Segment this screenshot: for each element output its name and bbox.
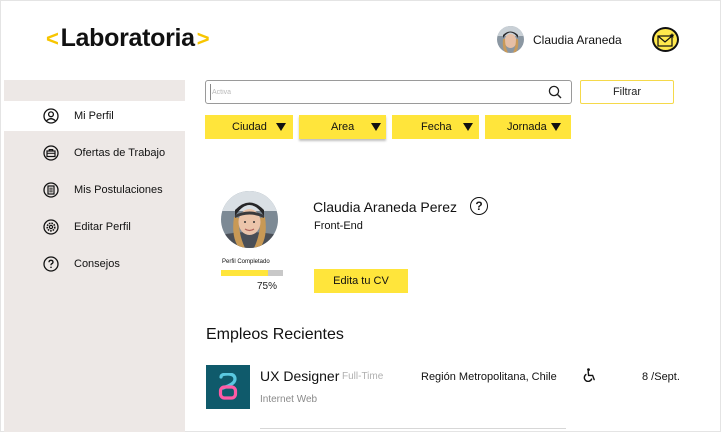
logo-text: Laboratoria — [60, 24, 196, 52]
profile-role: Front-End — [314, 220, 363, 232]
mail-star-icon[interactable] — [652, 27, 679, 52]
job-location: Región Metropolitana, Chile — [421, 371, 557, 383]
profile-completion-label: Perfil Completado — [222, 259, 270, 265]
briefcase-icon — [43, 145, 59, 161]
filter-button[interactable]: Filtrar — [580, 80, 674, 104]
sidebar-item-editar-perfil[interactable]: Editar Perfil — [4, 212, 185, 242]
profile-name: Claudia Araneda Perez — [313, 199, 457, 215]
job-type: Full-Time — [342, 371, 384, 382]
recent-jobs-title: Empleos Recientes — [206, 326, 344, 343]
profile-photo[interactable] — [221, 191, 278, 248]
search-bar — [205, 80, 572, 104]
logo-right-bracket: > — [196, 25, 210, 51]
logo-left-bracket: < — [46, 25, 59, 51]
sidebar-item-label: Editar Perfil — [74, 221, 131, 233]
caret-down-icon — [463, 123, 473, 131]
sidebar-item-mi-perfil[interactable]: Mi Perfil — [4, 101, 185, 131]
app-frame: < Laboratoria > Claudia Araneda Mi Perfi… — [0, 0, 721, 432]
profile-completion-fill — [221, 270, 268, 276]
avatar[interactable] — [497, 26, 524, 53]
sidebar-item-mis-postulaciones[interactable]: Mis Postulaciones — [4, 175, 185, 205]
job-date: 8 /Sept. — [642, 371, 680, 383]
user-icon — [43, 108, 59, 124]
sidebar-item-ofertas-de-trabajo[interactable]: Ofertas de Trabajo — [4, 138, 185, 168]
user-name: Claudia Araneda — [533, 32, 622, 47]
dropdown-ciudad[interactable]: Ciudad — [205, 115, 293, 139]
sidebar: Mi Perfil Ofertas de Trabajo Mis Postula… — [4, 80, 185, 432]
user-menu[interactable]: Claudia Araneda — [497, 26, 622, 53]
question-icon — [43, 256, 59, 272]
dropdown-label: Fecha — [421, 121, 452, 133]
sidebar-item-label: Ofertas de Trabajo — [74, 147, 166, 159]
sidebar-item-consejos[interactable]: Consejos — [4, 249, 185, 279]
dropdown-area[interactable]: Area — [299, 115, 386, 139]
dropdown-label: Jornada — [507, 121, 547, 133]
job-company: Internet Web — [260, 394, 318, 405]
search-icon[interactable] — [548, 85, 562, 99]
edit-cv-button[interactable]: Edita tu CV — [314, 269, 408, 293]
profile-completion-bar — [221, 270, 283, 276]
dropdown-label: Area — [331, 121, 355, 133]
sidebar-item-label: Mi Perfil — [74, 110, 114, 122]
dropdown-jornada[interactable]: Jornada — [485, 115, 571, 139]
gear-icon — [43, 219, 59, 235]
divider — [260, 428, 566, 429]
company-logo[interactable] — [206, 365, 250, 409]
profile-completion-value: 75% — [257, 281, 278, 292]
sidebar-item-label: Mis Postulaciones — [74, 184, 163, 196]
question-icon[interactable]: ? — [470, 197, 488, 215]
dropdown-label: Ciudad — [232, 121, 267, 133]
caret-down-icon — [551, 123, 561, 131]
laboratoria-logo[interactable]: < Laboratoria > — [44, 24, 211, 53]
caret-down-icon — [276, 123, 286, 131]
job-title[interactable]: UX Designer — [260, 368, 339, 384]
wheelchair-icon — [583, 368, 595, 382]
dropdown-fecha[interactable]: Fecha — [392, 115, 479, 139]
sidebar-item-label: Consejos — [74, 258, 120, 270]
search-input[interactable] — [210, 84, 540, 100]
caret-down-icon — [371, 123, 381, 131]
document-icon — [43, 182, 59, 198]
